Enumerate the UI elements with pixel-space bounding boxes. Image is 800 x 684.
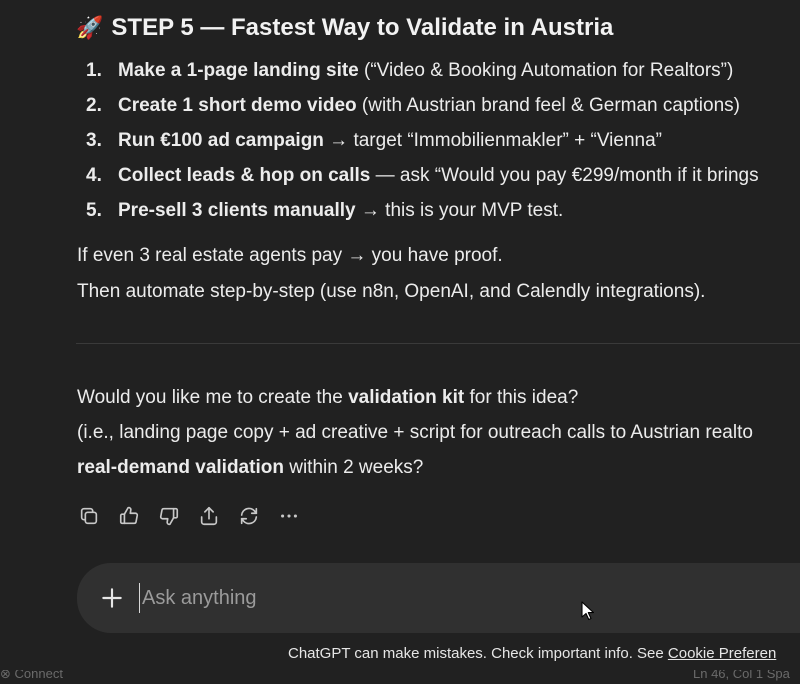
cookie-preferences-link[interactable]: Cookie Preferen xyxy=(668,645,776,662)
followup-timeline-bold: real-demand validation xyxy=(77,457,284,478)
automate-line: Then automate step-by-step (use n8n, Ope… xyxy=(77,281,706,302)
followup-text: Would you like me to create the xyxy=(77,387,349,408)
regenerate-button[interactable] xyxy=(238,504,278,528)
step-detail: (with Austrian brand feel & German capti… xyxy=(356,95,740,116)
step-title: Make a 1-page landing site xyxy=(118,60,359,81)
followup-question: Would you like me to create the validati… xyxy=(77,385,578,411)
more-actions-button[interactable] xyxy=(278,504,318,528)
editor-status-bar: ⊗ Connect Ln 46, Col 1 Spa xyxy=(0,670,800,684)
copy-icon xyxy=(80,507,98,525)
step-detail: → target “Immobilienmakler” + “Vienna” xyxy=(323,130,662,151)
step-detail: (“Video & Booking Automation for Realtor… xyxy=(358,60,734,81)
step-title: Collect leads & hop on calls xyxy=(118,165,371,186)
plus-icon[interactable] xyxy=(99,585,125,611)
step-detail: — ask “Would you pay €299/month if it br… xyxy=(370,165,759,186)
disclaimer: ChatGPT can make mistakes. Check importa… xyxy=(288,645,776,662)
status-position: Ln 46, Col 1 Spa xyxy=(693,670,790,681)
good-response-button[interactable] xyxy=(118,504,158,528)
divider xyxy=(76,343,800,344)
list-item: 2. Create 1 short demo video (with Austri… xyxy=(86,93,759,128)
followup-bold: validation kit xyxy=(348,387,465,408)
step-number: 3. xyxy=(86,130,102,151)
share-icon xyxy=(200,506,218,526)
step-title: Pre-sell 3 clients manually xyxy=(118,200,356,221)
share-button[interactable] xyxy=(198,504,238,528)
followup-detail: (i.e., landing page copy + ad creative +… xyxy=(77,422,753,443)
list-item: 3. Run €100 ad campaign → target “Immobil… xyxy=(86,128,759,163)
list-item: 5. Pre-sell 3 clients manually → this is … xyxy=(86,198,759,233)
thumbs-down-icon xyxy=(159,507,179,526)
list-item: 1. Make a 1-page landing site (“Video & B… xyxy=(86,58,759,93)
mouse-pointer-icon xyxy=(581,601,595,621)
proof-line: If even 3 real estate agents pay → you h… xyxy=(77,245,503,266)
message-actions xyxy=(78,504,318,528)
step-number: 5. xyxy=(86,200,102,221)
followup-timeline: real-demand validation within 2 weeks? xyxy=(77,455,423,481)
more-icon xyxy=(281,514,297,518)
step-title: Create 1 short demo video xyxy=(118,95,357,116)
steps-list: 1. Make a 1-page landing site (“Video & B… xyxy=(86,58,759,233)
prompt-input[interactable] xyxy=(139,583,742,613)
thumbs-up-icon xyxy=(119,506,139,525)
followup-text-end: for this idea? xyxy=(464,387,579,408)
regenerate-icon xyxy=(240,507,258,525)
step-detail: → this is your MVP test. xyxy=(355,200,564,221)
step-number: 2. xyxy=(86,95,102,116)
list-item: 4. Collect leads & hop on calls — ask “Wo… xyxy=(86,163,759,198)
disclaimer-text: ChatGPT can make mistakes. Check importa… xyxy=(288,645,668,662)
status-connect[interactable]: ⊗ Connect xyxy=(0,670,63,682)
copy-button[interactable] xyxy=(78,504,118,528)
heading-text: STEP 5 — Fastest Way to Validate in Aust… xyxy=(111,14,614,41)
rocket-icon: 🚀 xyxy=(76,15,104,40)
bad-response-button[interactable] xyxy=(158,504,198,528)
step-number: 4. xyxy=(86,165,102,186)
composer xyxy=(77,563,800,633)
step-number: 1. xyxy=(86,60,102,81)
followup-timeline-rest: within 2 weeks? xyxy=(283,457,424,478)
section-heading: 🚀 STEP 5 — Fastest Way to Validate in Au… xyxy=(76,14,613,42)
chat-transcript: 🚀 STEP 5 — Fastest Way to Validate in Au… xyxy=(0,0,800,684)
step-title: Run €100 ad campaign xyxy=(118,130,324,151)
